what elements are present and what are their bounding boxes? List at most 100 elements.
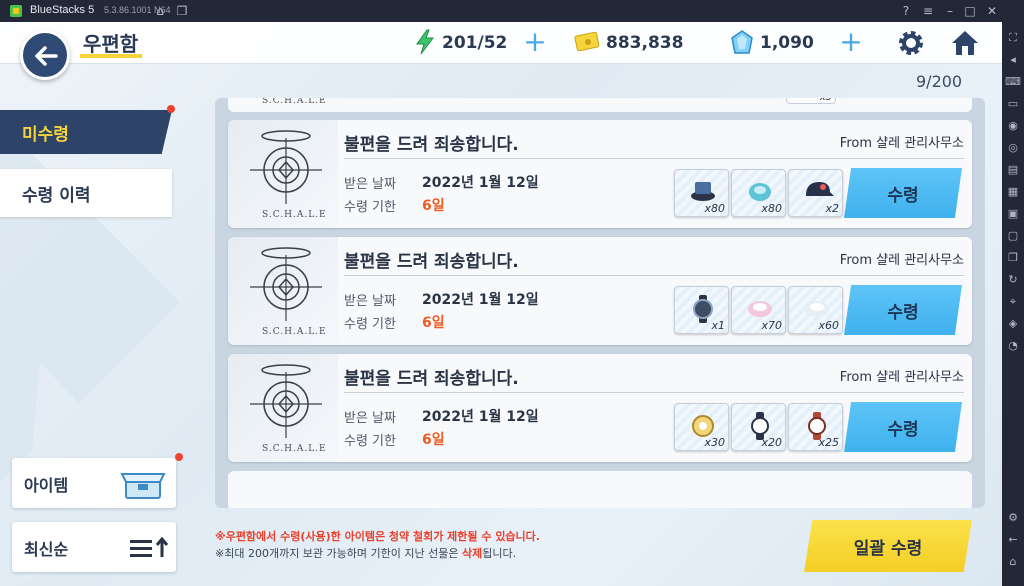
mail-item-partial-top[interactable]: S.C.H.A.L.E x5 bbox=[228, 98, 972, 112]
reward-item[interactable]: x1 bbox=[674, 286, 729, 334]
mail-item[interactable]: S.C.H.A.L.E 불편을 드려 죄송합니다. From 샬레 관리사무소 … bbox=[228, 237, 972, 345]
claim-all-button[interactable]: 일괄 수령 bbox=[804, 520, 972, 572]
mail-item-partial-bottom[interactable] bbox=[228, 471, 972, 508]
help-icon[interactable]: ? bbox=[898, 3, 914, 19]
mail-divider bbox=[344, 275, 964, 276]
reward-quantity: x70 bbox=[761, 319, 782, 332]
items-notification-dot bbox=[175, 453, 183, 461]
cap-icon bbox=[806, 182, 834, 196]
claim-button-label: 수령 bbox=[887, 303, 919, 323]
settings-icon[interactable]: ⚙ bbox=[1005, 510, 1021, 526]
reward-quantity: x30 bbox=[704, 436, 725, 449]
mail-item[interactable]: S.C.H.A.L.E 불편을 드려 죄송합니다. From 샬레 관리사무소 … bbox=[228, 120, 972, 228]
performance-icon[interactable]: ▤ bbox=[1005, 162, 1021, 178]
eco-mode-icon[interactable]: ◔ bbox=[1005, 338, 1021, 354]
reward-item[interactable]: x20 bbox=[731, 403, 786, 451]
screenshot-icon[interactable]: ▣ bbox=[1005, 206, 1021, 222]
reward-quantity: x25 bbox=[818, 436, 839, 449]
mail-divider bbox=[344, 392, 964, 393]
reward-item[interactable]: x60 bbox=[788, 286, 843, 334]
tab-unclaimed[interactable]: 미수령 bbox=[0, 110, 172, 154]
refund-warning-notice: ※우편함에서 수령(사용)한 아이템은 청약 철회가 제한될 수 있습니다. bbox=[215, 530, 540, 543]
mail-list[interactable]: S.C.H.A.L.E x5 S.C.H.A.L.E 불편을 드려 죄송합니다.… bbox=[215, 98, 985, 508]
mail-subject: 불편을 드려 죄송합니다. bbox=[344, 252, 519, 272]
schale-logo-text: S.C.H.A.L.E bbox=[262, 210, 327, 220]
claim-all-label: 일괄 수령 bbox=[853, 539, 923, 559]
bluestacks-sidebar: ⛶ ◂ ⌨ ▭ ◉ ◎ ▤ ▦ ▣ ▢ ❒ ↻ ⌖ ◈ ◔ ⚙ ← ⌂ bbox=[1002, 22, 1024, 586]
expiry-days: 6일 bbox=[422, 432, 445, 448]
expiry-label: 수령 기한 bbox=[344, 200, 396, 215]
reward-quantity: x80 bbox=[704, 202, 725, 215]
maximize-icon[interactable]: □ bbox=[962, 3, 978, 19]
mail-item[interactable]: S.C.H.A.L.E 불편을 드려 죄송합니다. From 샬레 관리사무소 … bbox=[228, 354, 972, 462]
back-button[interactable] bbox=[20, 30, 70, 80]
back-nav-icon[interactable]: ← bbox=[1005, 532, 1021, 548]
reward-item[interactable]: x80 bbox=[674, 169, 729, 217]
expiry-label: 수령 기한 bbox=[344, 434, 396, 449]
notification-dot bbox=[167, 105, 175, 113]
screen-rotate-icon[interactable]: ▭ bbox=[1005, 96, 1021, 112]
reward-quantity: x80 bbox=[761, 202, 782, 215]
tab-history-label: 수령 이력 bbox=[22, 186, 91, 206]
multi-window-icon[interactable]: ❒ bbox=[1005, 250, 1021, 266]
layers-icon[interactable]: ◈ bbox=[1005, 316, 1021, 332]
schale-logo-icon bbox=[250, 130, 322, 204]
stamina-value: 201/52 bbox=[442, 33, 508, 53]
claim-button-label: 수령 bbox=[887, 186, 919, 206]
tactical-bd-icon bbox=[691, 182, 715, 201]
report-icon bbox=[748, 301, 772, 317]
gamepad-icon[interactable]: ◉ bbox=[1005, 118, 1021, 134]
tech-note-icon bbox=[749, 183, 771, 201]
reward-item-partial: x5 bbox=[786, 98, 836, 104]
keyboard-icon[interactable]: ⌨ bbox=[1005, 74, 1021, 90]
reward-item[interactable]: x30 bbox=[674, 403, 729, 451]
claim-button[interactable]: 수령 bbox=[844, 168, 962, 218]
mail-sender: From 샬레 관리사무소 bbox=[839, 370, 964, 385]
home-icon[interactable]: ⌂ bbox=[152, 3, 168, 19]
volume-icon[interactable]: ◂ bbox=[1005, 52, 1021, 68]
mail-subject: 불편을 드려 죄송합니다. bbox=[344, 369, 519, 389]
mail-divider bbox=[344, 158, 964, 159]
sort-order-icon bbox=[130, 537, 169, 557]
items-button[interactable]: 아이템 bbox=[12, 458, 176, 508]
rotate-icon[interactable]: ↻ bbox=[1005, 272, 1021, 288]
claim-button[interactable]: 수령 bbox=[844, 402, 962, 452]
home-nav-icon[interactable]: ⌂ bbox=[1005, 554, 1021, 570]
reward-quantity: x1 bbox=[711, 319, 725, 332]
schale-logo-icon bbox=[250, 364, 322, 438]
item-box-icon bbox=[120, 473, 166, 499]
schale-logo-text: S.C.H.A.L.E bbox=[262, 444, 327, 454]
fullscreen-icon[interactable]: ⛶ bbox=[1005, 30, 1021, 46]
folder-icon[interactable]: ▢ bbox=[1005, 228, 1021, 244]
storage-info-notice: ※최대 200개까지 보관 가능하며 기한이 지난 선물은 삭제됩니다. bbox=[215, 547, 517, 560]
minimize-icon[interactable]: – bbox=[942, 3, 958, 19]
credit-icon bbox=[574, 31, 600, 52]
apk-install-icon[interactable]: ▦ bbox=[1005, 184, 1021, 200]
gem-plus-button[interactable]: + bbox=[838, 28, 864, 56]
tab-history[interactable]: 수령 이력 bbox=[0, 169, 172, 217]
stamina-bolt-icon bbox=[416, 29, 434, 55]
stamina-plus-button[interactable]: + bbox=[522, 28, 548, 56]
top-header: 우편함 201/52 + 883,838 1,090 + bbox=[0, 22, 1002, 64]
reward-item[interactable]: x25 bbox=[788, 403, 843, 451]
received-date: 2022년 1월 12일 bbox=[422, 175, 539, 191]
reward-item[interactable]: x80 bbox=[731, 169, 786, 217]
home-button-icon[interactable] bbox=[950, 28, 980, 58]
location-icon[interactable]: ⌖ bbox=[1005, 294, 1021, 310]
close-icon[interactable]: ✕ bbox=[984, 3, 1000, 19]
schale-logo-icon bbox=[250, 247, 322, 321]
schale-logo-text: S.C.H.A.L.E bbox=[262, 98, 327, 106]
items-button-label: 아이템 bbox=[24, 476, 69, 495]
reward-quantity: x20 bbox=[761, 436, 782, 449]
macro-icon[interactable]: ◎ bbox=[1005, 140, 1021, 156]
menu-icon[interactable]: ≡ bbox=[920, 3, 936, 19]
sort-button[interactable]: 최신순 bbox=[12, 522, 176, 572]
claim-button[interactable]: 수령 bbox=[844, 285, 962, 335]
received-date-label: 받은 날짜 bbox=[344, 294, 396, 309]
mail-count: 9/200 bbox=[916, 72, 963, 91]
multi-instance-icon[interactable]: ❐ bbox=[174, 3, 190, 19]
settings-gear-icon[interactable] bbox=[896, 28, 926, 58]
sort-button-label: 최신순 bbox=[24, 540, 69, 559]
reward-item[interactable]: x2 bbox=[788, 169, 843, 217]
reward-item[interactable]: x70 bbox=[731, 286, 786, 334]
